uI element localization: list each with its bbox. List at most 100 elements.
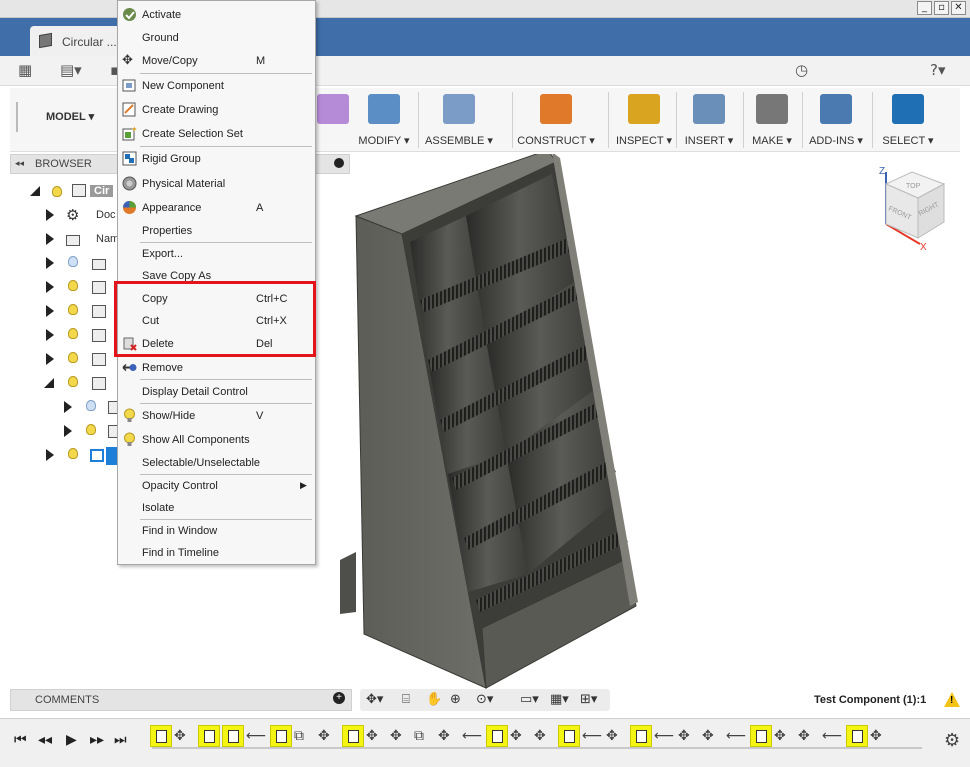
timeline-component-feature-icon[interactable] (222, 725, 244, 747)
timeline-move-feature-icon[interactable]: ✥ (606, 728, 618, 744)
look-at-icon[interactable]: ⌸ (402, 692, 410, 707)
tree-row-named-views[interactable]: Nam (10, 229, 120, 251)
menu-item-properties[interactable]: Properties (118, 220, 315, 242)
minimize-button[interactable]: _ (917, 1, 932, 15)
viewcube[interactable]: Z X TOP FRONT RIGHT (872, 164, 952, 254)
expand-toggle-icon[interactable] (30, 186, 40, 196)
menu-item-export[interactable]: Export... (118, 243, 315, 265)
timeline-component-feature-icon[interactable] (558, 725, 580, 747)
tree-row-body[interactable] (10, 301, 120, 323)
3d-viewport[interactable] (316, 149, 966, 689)
timeline-joint-feature-icon[interactable]: ⟵ (654, 728, 674, 744)
lightbulb-icon[interactable] (68, 304, 78, 315)
menu-item-create-selection-set[interactable]: ✦ Create Selection Set (118, 123, 315, 145)
tree-row-body[interactable] (10, 325, 120, 347)
viewports-icon[interactable]: ⊞▾ (580, 692, 597, 707)
timeline-joint-feature-icon[interactable]: ⟵ (582, 728, 602, 744)
timeline-joint-feature-icon[interactable]: ⟵ (246, 728, 266, 744)
menu-item-find-in-timeline[interactable]: Find in Timeline (118, 542, 315, 564)
tree-row-sub-origin[interactable] (10, 397, 122, 419)
toolbar-group-insert[interactable]: INSERT ▾ (684, 88, 734, 152)
timeline-component-feature-icon[interactable] (846, 725, 868, 747)
play-icon[interactable]: ▶ (66, 732, 77, 748)
sketch-surface-tool[interactable] (313, 88, 353, 152)
timeline-move-feature-icon[interactable]: ✥ (774, 728, 786, 744)
workspace-switcher[interactable]: MODEL ▾ (46, 110, 94, 123)
timeline-component-feature-icon[interactable] (750, 725, 772, 747)
expand-toggle-icon[interactable] (46, 281, 54, 293)
toolbar-group-make[interactable]: MAKE ▾ (748, 88, 796, 152)
menu-item-activate[interactable]: Activate (118, 4, 315, 26)
tree-row-origin[interactable] (10, 253, 120, 275)
lightbulb-icon[interactable] (86, 424, 96, 435)
tree-row-document-settings[interactable]: ⚙ Doc (10, 205, 120, 227)
lightbulb-icon[interactable] (68, 256, 78, 267)
expand-toggle-icon[interactable] (46, 233, 54, 245)
menu-item-new-component[interactable]: New Component (118, 75, 315, 97)
app-grid-icon[interactable]: ▦ (18, 62, 32, 78)
timeline-component-feature-icon[interactable] (630, 725, 652, 747)
menu-item-delete[interactable]: Delete Del (118, 333, 315, 355)
step-back-icon[interactable]: ◂◂ (38, 732, 52, 748)
expand-toggle-icon[interactable] (46, 257, 54, 269)
timeline-settings-icon[interactable]: ⚙ (944, 730, 960, 751)
expand-toggle-icon[interactable] (46, 449, 54, 461)
menu-item-ground[interactable]: Ground (118, 27, 315, 49)
add-comment-button[interactable]: + (333, 692, 345, 704)
timeline-snapshot-feature-icon[interactable]: ⧉ (294, 728, 304, 744)
bookshelf-model[interactable] (316, 149, 966, 689)
timeline-move-feature-icon[interactable]: ✥ (534, 728, 546, 744)
menu-item-show-hide[interactable]: Show/Hide V (118, 405, 315, 427)
expand-toggle-icon[interactable] (64, 401, 72, 413)
collapse-arrow-icon[interactable]: ◂◂ (15, 158, 24, 169)
expand-toggle-icon[interactable] (46, 353, 54, 365)
zoom-icon[interactable]: ⊕ (450, 692, 461, 707)
lightbulb-icon[interactable] (68, 328, 78, 339)
menu-item-cut[interactable]: Cut Ctrl+X (118, 310, 315, 332)
menu-item-physical-material[interactable]: Physical Material (118, 173, 315, 195)
toolbar-group-select[interactable]: SELECT ▾ (878, 88, 938, 152)
lightbulb-icon[interactable] (52, 186, 62, 197)
tree-row-component[interactable] (10, 373, 120, 395)
toolbar-group-assemble[interactable]: ASSEMBLE ▾ (424, 88, 494, 152)
viewcube-top-face[interactable]: TOP (906, 183, 921, 190)
menu-item-selectable-unselectable[interactable]: Selectable/Unselectable (118, 452, 315, 474)
timeline-component-feature-icon[interactable] (486, 725, 508, 747)
menu-item-save-copy-as[interactable]: Save Copy As (118, 265, 315, 287)
fit-icon[interactable]: ⊙▾ (476, 692, 493, 707)
timeline-move-feature-icon[interactable]: ✥ (678, 728, 690, 744)
menu-item-display-detail-control[interactable]: Display Detail Control (118, 381, 315, 403)
menu-item-find-in-window[interactable]: Find in Window (118, 520, 315, 542)
help-icon[interactable]: ?▾ (930, 62, 946, 78)
history-clock-icon[interactable]: ◷ (795, 62, 808, 78)
timeline-move-feature-icon[interactable]: ✥ (318, 728, 330, 744)
pan-hand-icon[interactable]: ✋ (426, 692, 442, 707)
toolbar-group-modify[interactable]: MODIFY ▾ (358, 88, 410, 152)
display-settings-icon[interactable]: ▭▾ (520, 692, 539, 707)
toolbar-group-add-ins[interactable]: ADD-INS ▾ (806, 88, 866, 152)
menu-item-create-drawing[interactable]: Create Drawing (118, 99, 315, 121)
menu-item-appearance[interactable]: Appearance A (118, 197, 315, 219)
timeline-move-feature-icon[interactable]: ✥ (510, 728, 522, 744)
lightbulb-icon[interactable] (68, 352, 78, 363)
close-button[interactable]: ✕ (951, 1, 966, 15)
warning-icon[interactable]: ! (944, 692, 960, 707)
expand-toggle-icon[interactable] (46, 329, 54, 341)
timeline-component-feature-icon[interactable] (270, 725, 292, 747)
timeline-move-feature-icon[interactable]: ✥ (702, 728, 714, 744)
menu-item-remove[interactable]: Remove (118, 357, 315, 379)
expand-toggle-icon[interactable] (46, 209, 54, 221)
comments-panel[interactable]: COMMENTS + (10, 689, 352, 711)
go-to-end-icon[interactable]: ⏭ (114, 732, 127, 748)
tree-row-sub-body[interactable] (10, 421, 122, 443)
menu-item-show-all-components[interactable]: Show All Components (118, 429, 315, 451)
expand-toggle-icon[interactable] (44, 378, 54, 388)
menu-item-rigid-group[interactable]: Rigid Group (118, 148, 315, 170)
timeline-joint-feature-icon[interactable]: ⟵ (462, 728, 482, 744)
menu-item-copy[interactable]: Copy Ctrl+C (118, 288, 315, 310)
lightbulb-icon[interactable] (68, 448, 78, 459)
toolbar-grip[interactable] (16, 102, 18, 132)
timeline-move-feature-icon[interactable]: ✥ (174, 728, 186, 744)
go-to-start-icon[interactable]: ⏮ (14, 732, 27, 748)
tree-row-body[interactable] (10, 277, 120, 299)
